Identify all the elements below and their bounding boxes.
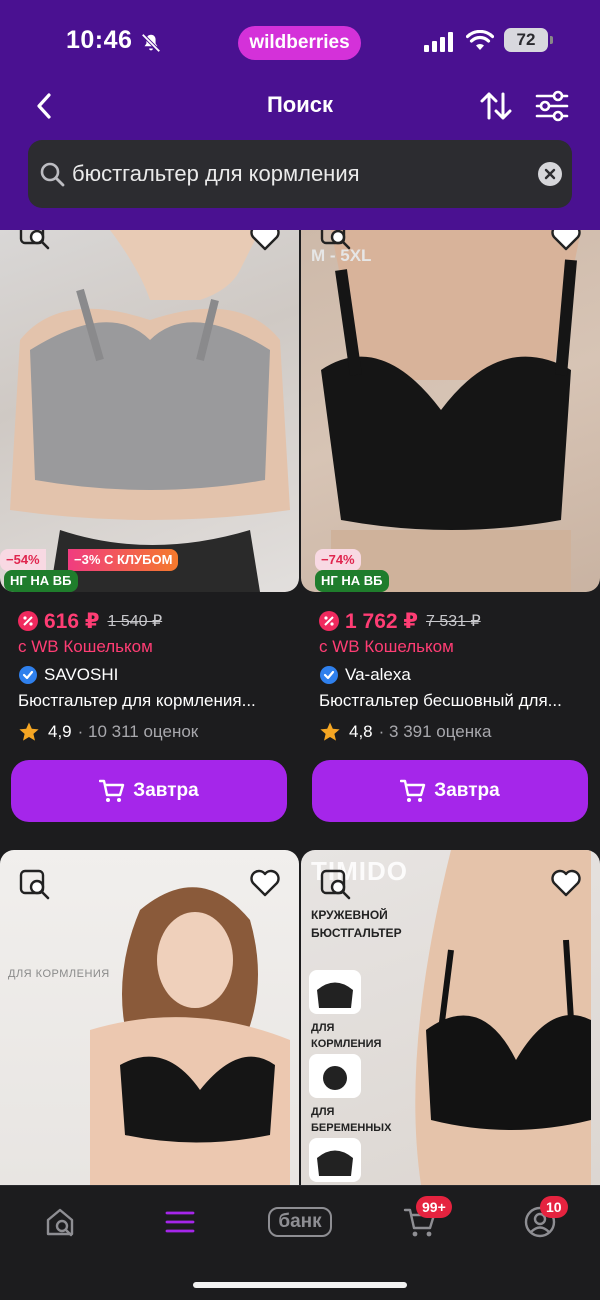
feature-label: ДЛЯ БЕРЕМЕННЫХ [311, 1106, 392, 1134]
discount-badge: −74% [315, 549, 361, 571]
heart-icon[interactable] [549, 230, 583, 254]
promo-title: КРУЖЕВНОЙ БЮСТГАЛЬТЕР [311, 908, 402, 940]
cart-button-label: Завтра [133, 780, 199, 801]
product-photo[interactable]: TIMIDO КРУЖЕВНОЙ БЮСТГАЛЬТЕР ДЛЯ КОРМЛЕН… [301, 850, 600, 1185]
filter-sliders-icon [535, 90, 569, 122]
similar-search-icon[interactable] [18, 230, 52, 252]
seller-name: SAVOSHI [44, 665, 119, 684]
bank-icon: банк [268, 1207, 332, 1237]
product-name: Бюстгальтер для кормления... [18, 691, 256, 710]
cell-signal-icon [424, 32, 453, 52]
promo-badge: НГ НА ВБ [4, 570, 78, 592]
product-card[interactable]: ДЛЯ КОРМЛЕНИЯ [0, 850, 299, 1185]
verified-icon [19, 666, 37, 684]
search-input[interactable]: бюстгальтер для кормления [28, 140, 572, 208]
wallet-note: с WB Кошельком [319, 637, 454, 656]
battery-indicator: 72 [504, 28, 553, 52]
close-icon [544, 168, 556, 180]
sort-arrows-icon [480, 92, 512, 120]
promo-badge: НГ НА ВБ [315, 570, 389, 592]
product-card[interactable]: M - 5XL −74% НГ НА ВБ 1 762 ₽ 7 531 ₽ с … [301, 230, 600, 830]
product-photo[interactable]: −54% −3% С КЛУБОМ НГ НА ВБ [0, 230, 299, 592]
cart-icon [400, 779, 426, 802]
status-time: 10:46 [66, 26, 133, 54]
filter-button[interactable] [534, 88, 570, 124]
heart-icon[interactable] [549, 866, 583, 900]
star-icon [320, 722, 340, 741]
price-row: 616 ₽ 1 540 ₽ [18, 606, 162, 636]
seller-name: Va-alexa [345, 665, 411, 684]
old-price: 1 540 ₽ [107, 613, 163, 630]
product-card[interactable]: TIMIDO КРУЖЕВНОЙ БЮСТГАЛЬТЕР ДЛЯ КОРМЛЕН… [301, 850, 600, 1185]
product-image [321, 230, 581, 592]
status-bar: 10:46 wildberries 72 [0, 20, 600, 64]
rating-row: 4,8 · 3 391 оценка [319, 721, 491, 743]
price-row: 1 762 ₽ 7 531 ₽ [319, 606, 481, 636]
wildberries-logo: wildberries [238, 26, 361, 60]
photo-caption: ДЛЯ КОРМЛЕНИЯ [8, 968, 110, 980]
cart-button-label: Завтра [434, 780, 500, 801]
menu-icon [165, 1211, 195, 1233]
top-header: 10:46 wildberries 72 Поиск бюстгальтер д… [0, 0, 600, 230]
nav-catalog[interactable] [150, 1202, 210, 1242]
profile-count-badge: 10 [540, 1196, 568, 1218]
rating-row: 4,9 · 10 311 оценок [18, 721, 198, 743]
seller-row[interactable]: Va-alexa [319, 665, 411, 685]
similar-search-icon[interactable] [319, 230, 353, 252]
verified-icon [320, 666, 338, 684]
heart-icon[interactable] [248, 230, 282, 254]
sort-button[interactable] [478, 88, 514, 124]
cart-icon [99, 779, 125, 802]
home-indicator [193, 1282, 407, 1288]
nav-bank[interactable]: банк [262, 1202, 338, 1242]
nav-row: Поиск [0, 84, 600, 128]
bell-muted-icon [141, 33, 161, 53]
product-photo[interactable]: ДЛЯ КОРМЛЕНИЯ [0, 850, 299, 1185]
wallet-note: с WB Кошельком [18, 637, 153, 656]
search-icon [40, 162, 65, 187]
feature-label: ДЛЯ КОРМЛЕНИЯ [311, 1022, 382, 1050]
nav-profile[interactable]: 10 [510, 1196, 570, 1242]
wifi-icon [466, 30, 494, 50]
nav-home[interactable] [30, 1202, 90, 1242]
nav-cart[interactable]: 99+ [390, 1196, 452, 1242]
search-query-text: бюстгальтер для кормления [72, 161, 360, 186]
product-name: Бюстгальтер бесшовный для... [319, 691, 562, 710]
rating-value: 4,8 [349, 722, 373, 741]
heart-icon[interactable] [248, 866, 282, 900]
discount-badge: −54% [0, 549, 46, 571]
star-icon [19, 722, 39, 741]
product-photo[interactable]: M - 5XL −74% НГ НА ВБ [301, 230, 600, 592]
club-discount-badge: −3% С КЛУБОМ [68, 549, 179, 571]
product-image [0, 230, 290, 592]
rating-value: 4,9 [48, 722, 72, 741]
review-count: · 10 311 оценок [77, 722, 199, 741]
review-count: · 3 391 оценка [378, 722, 492, 741]
product-card[interactable]: −54% −3% С КЛУБОМ НГ НА ВБ 616 ₽ 1 540 ₽… [0, 230, 299, 830]
bank-label: банк [278, 1211, 322, 1232]
seller-row[interactable]: SAVOSHI [18, 665, 118, 685]
wallet-discount-icon [18, 611, 38, 631]
add-to-cart-button[interactable]: Завтра [11, 760, 287, 822]
wallet-discount-icon [319, 611, 339, 631]
clear-search-button[interactable] [538, 162, 562, 186]
old-price: 7 531 ₽ [426, 613, 481, 630]
cart-count-badge: 99+ [416, 1196, 452, 1218]
add-to-cart-button[interactable]: Завтра [312, 760, 588, 822]
similar-search-icon[interactable] [18, 868, 52, 902]
home-search-icon [46, 1208, 74, 1237]
price: 1 762 ₽ [345, 609, 418, 633]
similar-search-icon[interactable] [319, 868, 353, 902]
price: 616 ₽ [44, 609, 100, 633]
